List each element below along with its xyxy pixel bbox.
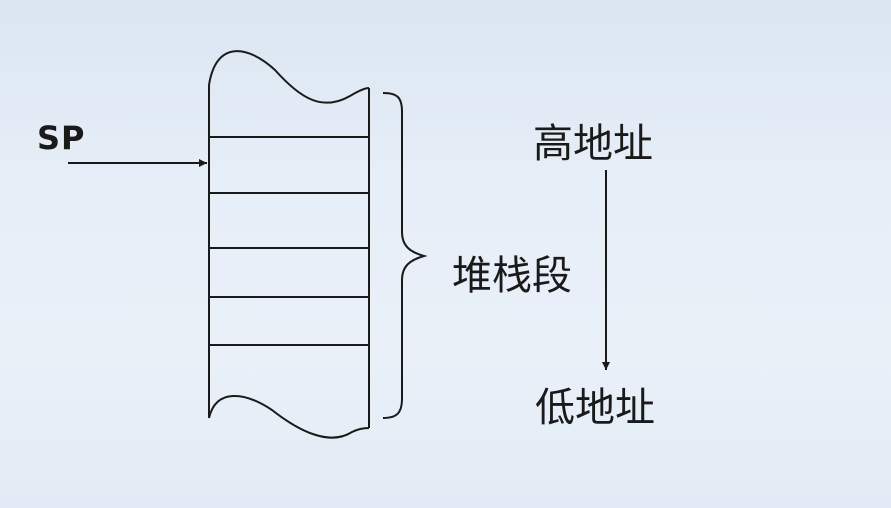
stack-segment-column	[208, 50, 370, 439]
stack-bottom-break	[208, 395, 370, 439]
high-address-label: 高地址	[533, 121, 653, 167]
stack-diagram	[68, 50, 610, 439]
low-address-label: 低地址	[535, 385, 655, 431]
sp-label: SP	[37, 119, 86, 157]
stack-top-break	[208, 50, 370, 104]
stack-segment-label: 堆栈段	[452, 253, 572, 299]
stack-segment-brace	[382, 92, 428, 419]
